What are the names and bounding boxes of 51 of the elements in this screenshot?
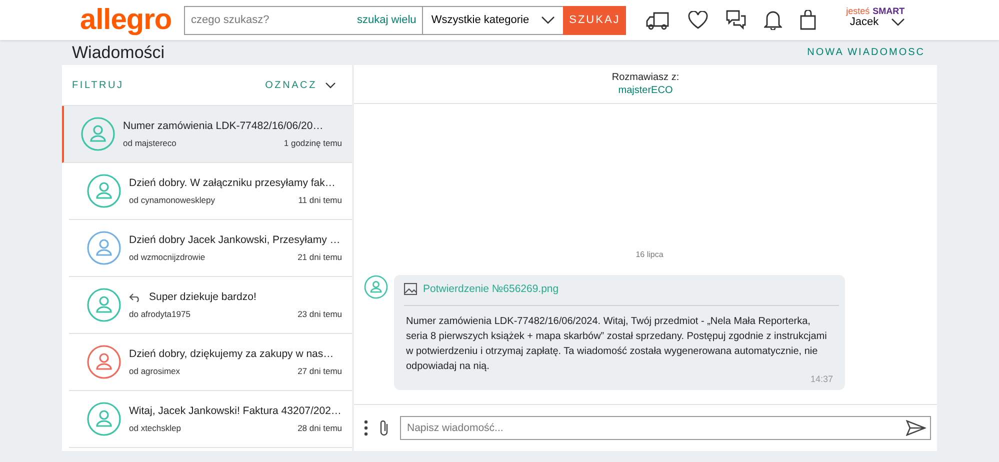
filter-button[interactable]: FILTRUJ [72,80,124,90]
message-time: 21 dni temu [298,252,342,262]
sender-name: od xtechsklep [129,423,181,433]
message-time: 23 dni temu [298,309,342,319]
sender-name: do afrodyta1975 [129,309,190,319]
sender-name: od wzmocnijzdrowie [129,252,206,262]
message-subject: Dzień dobry. W załączniku przesyłamy fak… [129,177,336,189]
mark-dropdown[interactable]: OZNACZ [265,80,336,90]
partner-link[interactable]: majsterECO [618,85,673,96]
heart-icon[interactable] [688,11,708,29]
avatar-icon [364,275,388,299]
conversation-item[interactable]: Super dziekuje bardzo! do afrodyta1975 23 dni temu [69,277,352,334]
smart-prefix: jesteś [846,6,870,16]
sender-name: od cynamonowesklepy [129,195,215,205]
conversation-item[interactable]: Dzień dobry. W załączniku przesyłamy fak… od cynamonowesklepy 11 dni temu [69,163,352,220]
message-subject: Witaj, Jacek Jankowski! Faktura 43207/202… [129,405,342,417]
message-time: 14:37 [810,374,833,384]
chevron-icon [325,82,336,88]
chevron-icon [541,16,556,24]
conversation-item[interactable]: Witaj, Jacek Jankowski! Faktura 43207/202… od xtechsklep 28 dni temu [69,391,352,448]
chevron-icon [890,18,905,26]
conversation-item[interactable]: Dzień dobry Jacek Jankowski, Przesyłamy … od wzmocnijzdrowie 21 dni temu [69,220,352,277]
sender-name: od majstereco [123,138,176,148]
conversation-item[interactable]: Numer zamówienia LDK-77482/16/06/20… od majstereco 1 godzinę temu [62,106,352,163]
message-input[interactable]: Napisz wiadomość... [400,416,931,440]
category-dropdown[interactable]: Wszystkie kategorie [422,6,564,34]
search-field[interactable]: czego szukasz? [184,6,355,34]
message-time: 11 dni temu [298,195,342,205]
message-subject: Super dziekuje bardzo! [149,291,256,303]
bell-icon[interactable] [764,10,782,30]
message-time: 27 dni temu [298,366,342,376]
new-message-link[interactable]: NOWA WIADOMOSC [807,47,925,58]
message-time: 1 godzinę temu [284,138,342,148]
message-subject: Numer zamówienia LDK-77482/16/06/20… [123,120,324,132]
image-icon [404,283,417,295]
more-icon[interactable] [364,420,368,436]
paperclip-icon[interactable] [378,419,390,437]
conversation-label: Rozmawiasz z: [612,72,680,83]
page-title: Wiadomości [72,42,165,62]
smart-label: SMART [872,6,905,16]
date-separator: 16 lipca [636,250,664,259]
message-subject: Dzień dobry, dziękujemy za zakupy w nas… [129,348,334,360]
chat-icon[interactable] [726,10,746,30]
message-time: 28 dni temu [298,423,342,433]
message-text: Numer zamówienia LDK-77482/16/06/2024. Witaj, Twój przedmiot - „Nela Mała Reporterka, seria 8 pierwszych książek + mapa skarbów” został sprzedany. Postępuj zgodnie z instrukcjami w potwierdzeniu i otrzymaj zapłatę. Ta wiadomość została wygenerowana automatycznie, nie odpowiadaj na nią. [406,315,828,374]
message-subject: Dzień dobry Jacek Jankowski, Przesyłamy … [129,234,340,246]
conversation-item[interactable]: Dzień dobry, dziękujemy za zakupy w nas… od agrosimex 27 dni temu [69,334,352,391]
bag-icon[interactable] [800,10,816,30]
sender-name: od agrosimex [129,366,180,376]
send-icon[interactable] [906,420,926,436]
user-menu[interactable]: Jacek [850,16,905,28]
